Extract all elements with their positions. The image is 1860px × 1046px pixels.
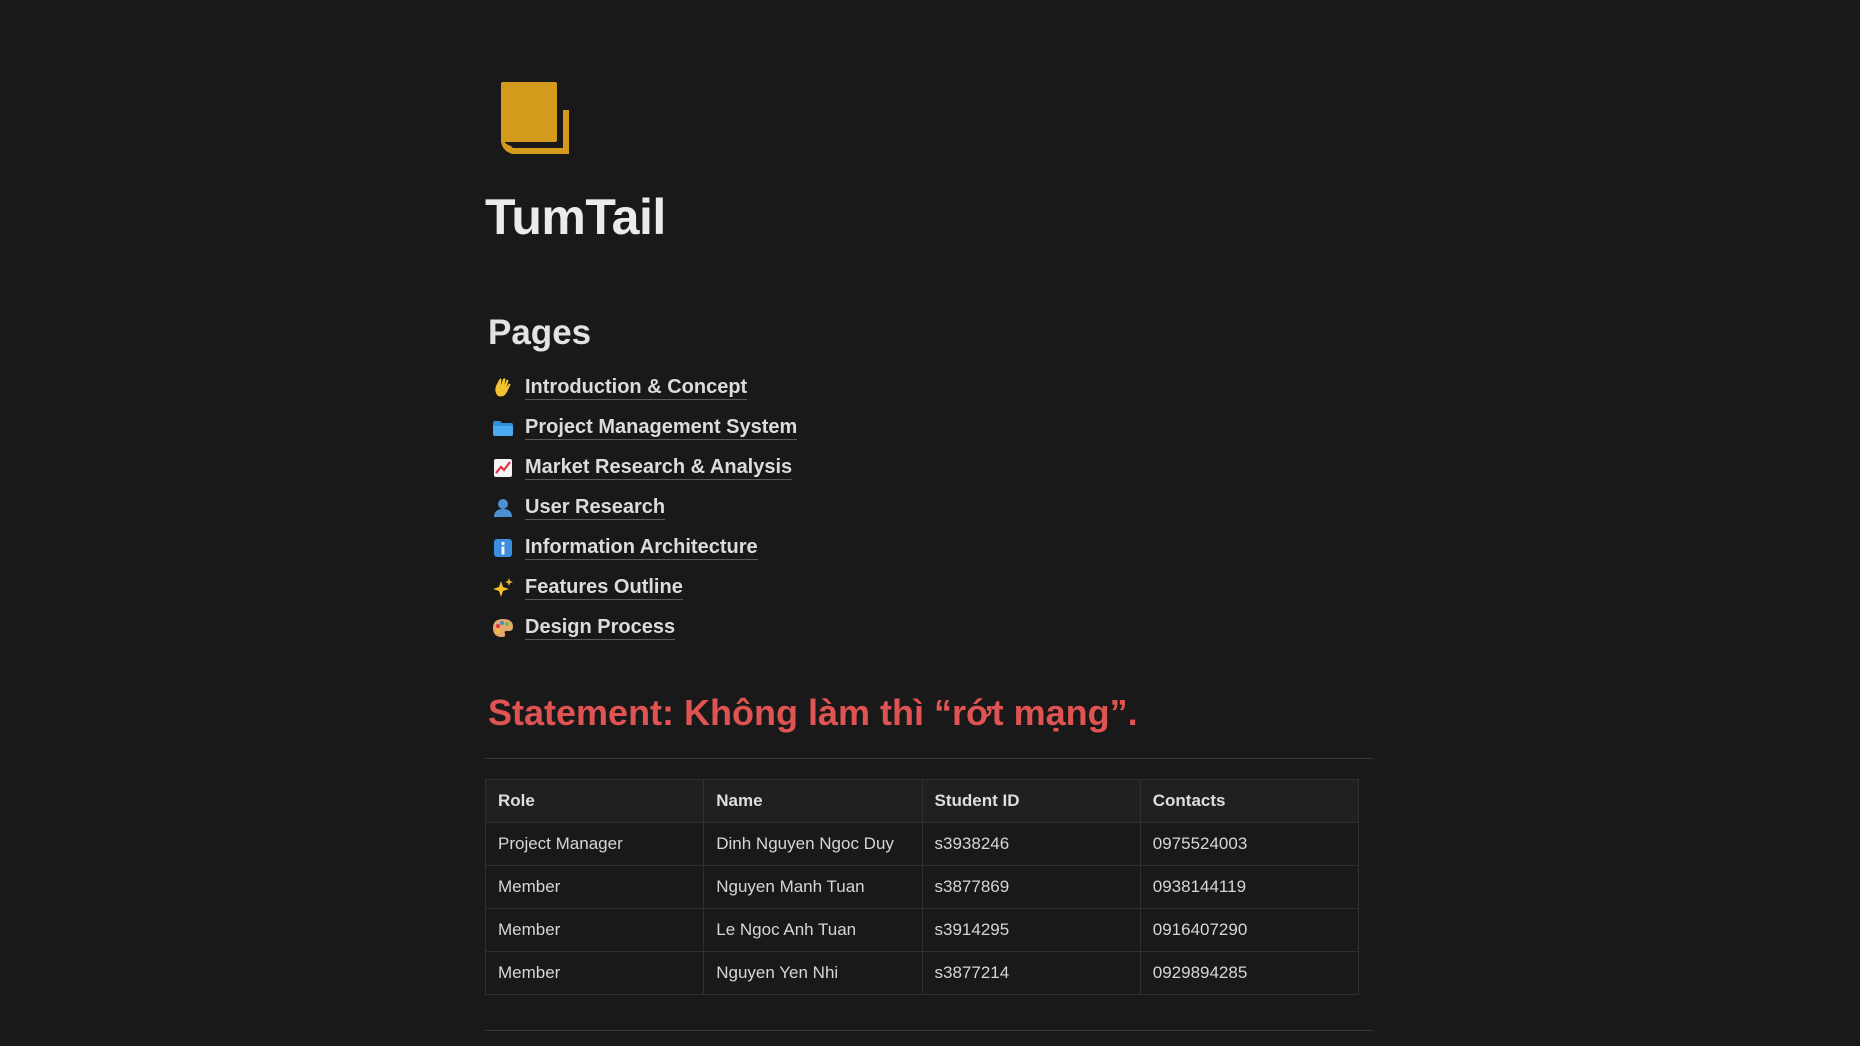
page-link-user-research[interactable]: User Research [491, 488, 797, 528]
table-cell[interactable]: s3877214 [921, 951, 1141, 995]
table-row: Member Nguyen Yen Nhi s3877214 092989428… [484, 951, 1360, 995]
table-row: Member Nguyen Manh Tuan s3877869 0938144… [484, 865, 1360, 909]
page-title: TumTail [485, 189, 666, 245]
statement-heading: Statement: Không làm thì “rớt mạng”. [488, 692, 1138, 733]
column-header-role[interactable]: Role [484, 779, 705, 823]
palette-icon [491, 617, 515, 639]
table-row: Project Manager Dinh Nguyen Ngoc Duy s39… [484, 822, 1360, 866]
page-link-label[interactable]: Information Architecture [525, 536, 758, 560]
page-link-label[interactable]: Design Process [525, 616, 676, 640]
table-cell[interactable]: Member [484, 908, 705, 952]
table-cell[interactable]: 0929894285 [1139, 951, 1360, 995]
page-link-market-research[interactable]: Market Research & Analysis [491, 448, 797, 488]
page-link-label[interactable]: User Research [525, 496, 666, 520]
page-link-features-outline[interactable]: Features Outline [491, 568, 797, 608]
column-header-name[interactable]: Name [703, 779, 923, 823]
page-link-label[interactable]: Market Research & Analysis [525, 456, 793, 480]
table-cell[interactable]: Member [484, 951, 705, 995]
page-link-design-process[interactable]: Design Process [491, 608, 797, 648]
chart-increasing-icon [491, 457, 515, 479]
table-cell[interactable]: Dinh Nguyen Ngoc Duy [703, 822, 923, 866]
table-cell[interactable]: Le Ngoc Anh Tuan [703, 908, 923, 952]
column-header-contacts[interactable]: Contacts [1139, 779, 1360, 823]
pages-heading: Pages [488, 313, 592, 352]
page-link-label[interactable]: Project Management System [525, 416, 798, 440]
table-cell[interactable]: s3914295 [921, 908, 1141, 952]
table-cell[interactable]: s3877869 [921, 865, 1141, 909]
divider [485, 1030, 1373, 1031]
team-table: Role Name Student ID Contacts Project Ma… [484, 779, 1360, 995]
table-cell[interactable]: s3938246 [921, 822, 1141, 866]
table-header-row: Role Name Student ID Contacts [484, 779, 1360, 823]
pages-list: Introduction & Concept Project Managemen… [491, 368, 798, 648]
table-cell[interactable]: Member [484, 865, 705, 909]
table-cell[interactable]: Nguyen Yen Nhi [703, 951, 923, 995]
table-cell[interactable]: 0975524003 [1139, 822, 1360, 866]
divider [485, 758, 1373, 759]
information-icon [491, 537, 515, 559]
person-silhouette-icon [491, 497, 515, 519]
table-cell[interactable]: 0916407290 [1139, 908, 1360, 952]
table-cell[interactable]: Project Manager [484, 822, 705, 866]
waving-hand-icon [491, 377, 515, 399]
sparkles-icon [491, 577, 515, 599]
document-stack-icon[interactable] [499, 80, 573, 158]
table-row: Member Le Ngoc Anh Tuan s3914295 0916407… [484, 908, 1360, 952]
page-link-label[interactable]: Introduction & Concept [525, 376, 748, 400]
page-link-information-architecture[interactable]: Information Architecture [491, 528, 797, 568]
column-header-student-id[interactable]: Student ID [921, 779, 1141, 823]
page-link-project-management[interactable]: Project Management System [491, 408, 798, 448]
page-link-introduction[interactable]: Introduction & Concept [491, 368, 797, 408]
page-link-label[interactable]: Features Outline [525, 576, 683, 600]
table-cell[interactable]: Nguyen Manh Tuan [703, 865, 923, 909]
table-cell[interactable]: 0938144119 [1139, 865, 1360, 909]
folder-icon [491, 417, 515, 439]
